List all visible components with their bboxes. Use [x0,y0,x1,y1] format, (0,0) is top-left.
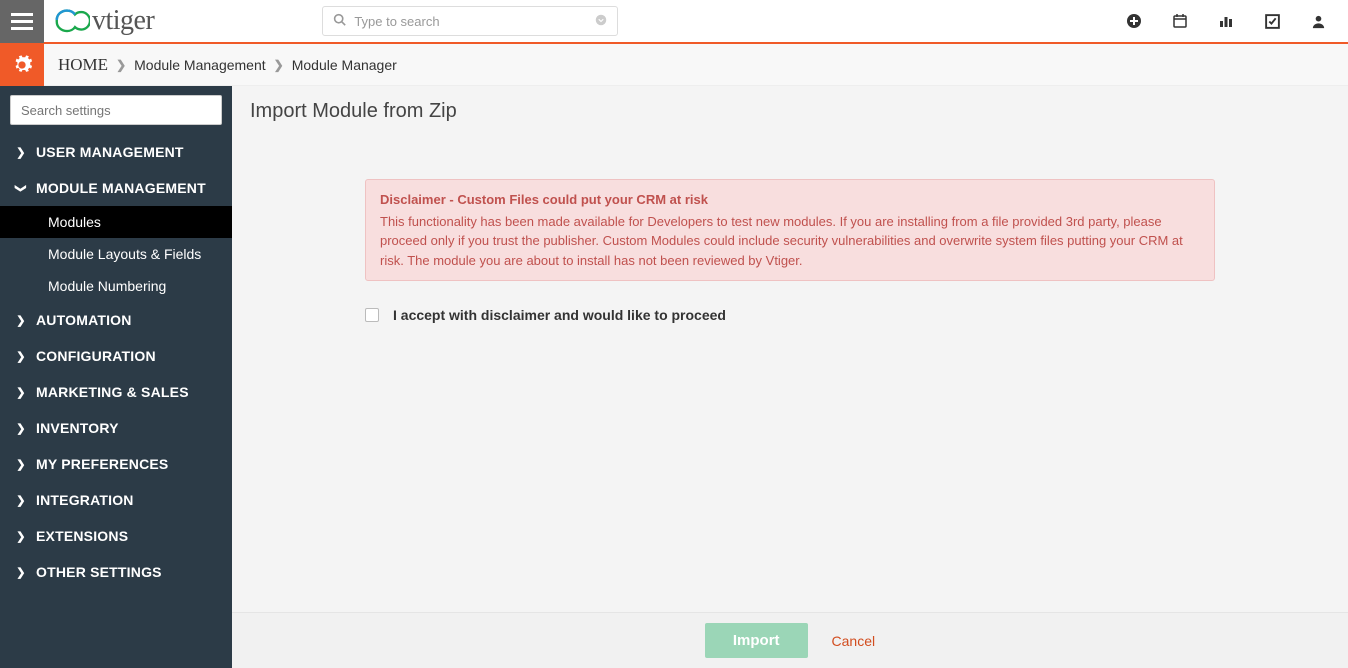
sidebar-group-label: MODULE MANAGEMENT [36,180,206,196]
settings-gear-button[interactable] [0,44,44,86]
topbar: vtiger Type to search [0,0,1348,44]
sidebar-group-label: MY PREFERENCES [36,456,168,472]
breadcrumb: HOME ❯ Module Management ❯ Module Manage… [44,55,397,75]
sidebar-group-label: INVENTORY [36,420,119,436]
add-icon[interactable] [1126,13,1142,29]
topbar-icons [1126,13,1348,30]
reports-icon[interactable] [1218,13,1234,29]
chevron-right-icon: ❯ [16,314,26,327]
breadcrumb-bar: HOME ❯ Module Management ❯ Module Manage… [0,44,1348,86]
chevron-right-icon: ❯ [16,422,26,435]
accept-disclaimer-label: I accept with disclaimer and would like … [393,307,726,323]
chevron-down-icon[interactable] [595,14,607,29]
sidebar-group-label: MARKETING & SALES [36,384,189,400]
chevron-right-icon: ❯ [274,58,284,72]
chevron-right-icon: ❯ [16,566,26,579]
sidebar-group-extensions[interactable]: ❯ EXTENSIONS [0,518,232,554]
search-placeholder: Type to search [354,14,439,29]
chevron-right-icon: ❯ [16,530,26,543]
sidebar-group-integration[interactable]: ❯ INTEGRATION [0,482,232,518]
disclaimer-title: Disclaimer - Custom Files could put your… [380,190,1200,210]
logo-text: vtiger [92,5,154,37]
sidebar-group-label: AUTOMATION [36,312,132,328]
search-icon [333,13,346,29]
logo-icon [52,5,90,38]
sidebar-group-label: OTHER SETTINGS [36,564,162,580]
chevron-right-icon: ❯ [16,494,26,507]
sidebar-group-label: USER MANAGEMENT [36,144,184,160]
sidebar-group-label: INTEGRATION [36,492,134,508]
sidebar-group-my-preferences[interactable]: ❯ MY PREFERENCES [0,446,232,482]
main-content: Import Module from Zip Disclaimer - Cust… [232,86,1348,668]
sidebar-group-marketing-sales[interactable]: ❯ MARKETING & SALES [0,374,232,410]
breadcrumb-module-management[interactable]: Module Management [134,57,266,73]
sidebar-group-user-management[interactable]: ❯ USER MANAGEMENT [0,134,232,170]
sidebar-group-automation[interactable]: ❯ AUTOMATION [0,302,232,338]
tasks-icon[interactable] [1264,13,1281,30]
breadcrumb-module-manager[interactable]: Module Manager [292,57,397,73]
accept-disclaimer-row: I accept with disclaimer and would like … [365,307,1215,323]
disclaimer-box: Disclaimer - Custom Files could put your… [365,179,1215,281]
sidebar-item-label: Module Layouts & Fields [48,246,201,262]
sidebar-group-label: CONFIGURATION [36,348,156,364]
sidebar-group-module-management[interactable]: ❯ MODULE MANAGEMENT [0,170,232,206]
import-button[interactable]: Import [705,623,808,658]
accept-disclaimer-checkbox[interactable] [365,308,379,322]
chevron-down-icon: ❯ [15,183,28,193]
menu-toggle-button[interactable] [0,0,44,43]
calendar-icon[interactable] [1172,13,1188,29]
sidebar-item-label: Module Numbering [48,278,166,294]
sidebar-item-label: Modules [48,214,101,230]
chevron-right-icon: ❯ [16,146,26,159]
disclaimer-body: This functionality has been made availab… [380,212,1200,271]
page-title: Import Module from Zip [232,86,1348,127]
settings-sidebar: ❯ USER MANAGEMENT ❯ MODULE MANAGEMENT do… [0,86,232,668]
settings-search-input[interactable] [10,95,222,125]
sidebar-group-other-settings[interactable]: ❯ OTHER SETTINGS [0,554,232,590]
cancel-button[interactable]: Cancel [832,633,876,649]
chevron-right-icon: ❯ [116,58,126,72]
sidebar-item-module-numbering[interactable]: Module Numbering [0,270,232,302]
sidebar-item-modules[interactable]: Modules [0,206,232,238]
chevron-right-icon: ❯ [16,386,26,399]
sidebar-group-inventory[interactable]: ❯ INVENTORY [0,410,232,446]
breadcrumb-home[interactable]: HOME [58,55,108,75]
global-search-input[interactable]: Type to search [322,6,618,36]
sidebar-item-module-layouts-fields[interactable]: Module Layouts & Fields [0,238,232,270]
gear-icon [11,54,33,76]
user-icon[interactable] [1311,14,1326,29]
hamburger-icon [11,13,33,30]
chevron-right-icon: ❯ [16,458,26,471]
sidebar-group-label: EXTENSIONS [36,528,128,544]
footer-actions: Import Cancel [232,612,1348,668]
chevron-right-icon: ❯ [16,350,26,363]
logo[interactable]: vtiger [52,5,154,38]
sidebar-group-configuration[interactable]: ❯ CONFIGURATION [0,338,232,374]
